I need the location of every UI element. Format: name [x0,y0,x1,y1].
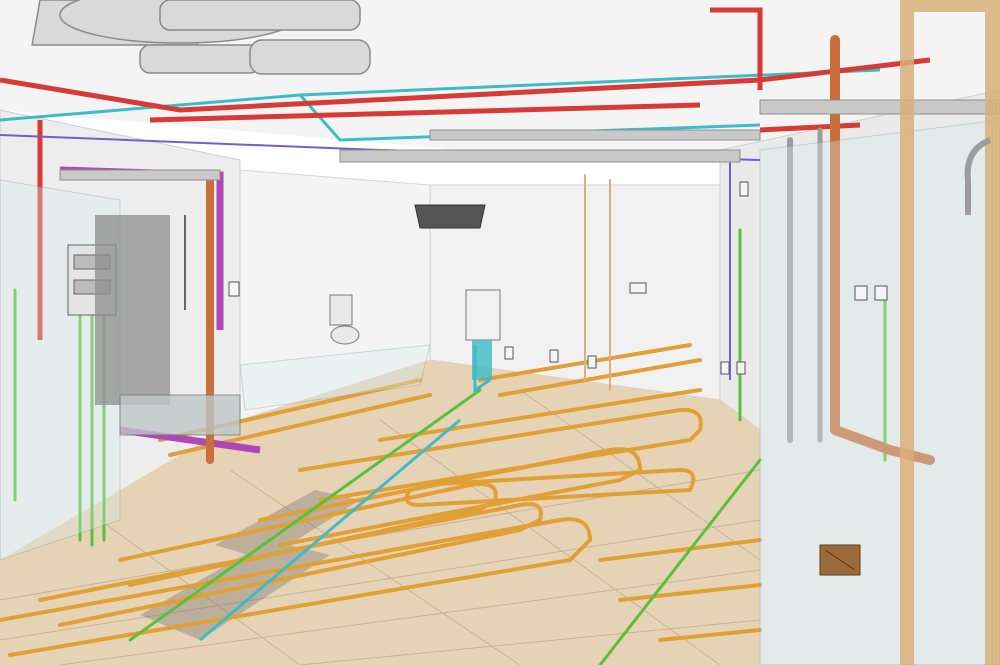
floor-drain-icon [819,544,861,576]
bim-scene [0,0,1000,665]
pendant-light [414,204,486,229]
